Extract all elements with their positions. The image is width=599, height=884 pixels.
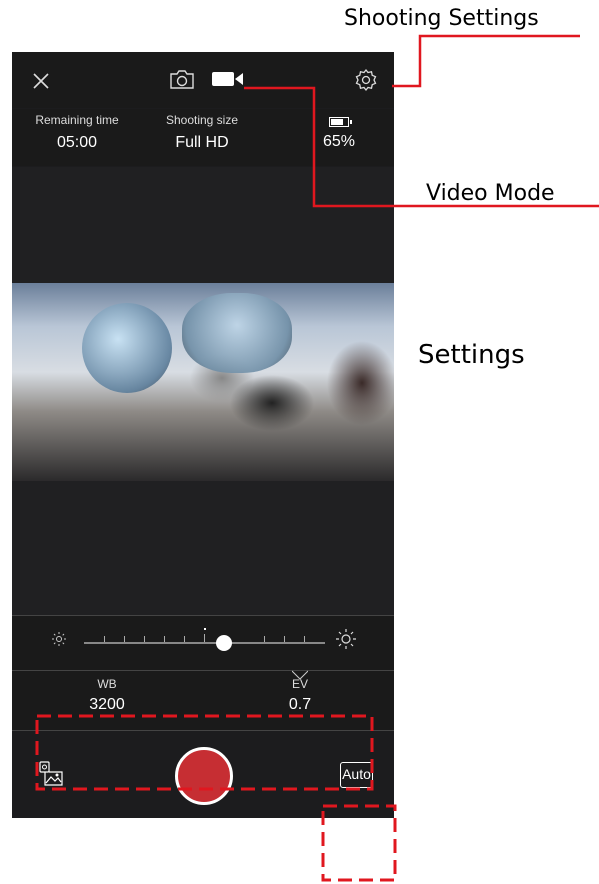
exposure-slider-row — [12, 615, 394, 670]
battery-icon — [329, 117, 352, 127]
live-preview[interactable] — [12, 167, 394, 709]
exposure-slider[interactable] — [84, 628, 325, 651]
shooting-size: Shooting size Full HD — [147, 109, 257, 152]
gear-icon[interactable] — [354, 68, 378, 92]
shooting-size-value: Full HD — [175, 134, 229, 151]
record-button[interactable] — [175, 747, 233, 805]
wb-label: WB — [97, 677, 117, 691]
shooting-settings-callout-line — [392, 34, 580, 88]
exposure-slider-knob[interactable] — [215, 635, 232, 651]
battery-value: 65% — [322, 133, 356, 150]
auto-mode-button[interactable]: Auto — [340, 762, 373, 788]
battery-status: 65% — [294, 109, 384, 151]
top-toolbar — [12, 52, 394, 108]
remaining-time-label: Remaining time — [35, 113, 119, 127]
remaining-time-value: 05:00 — [56, 134, 98, 151]
annotation-video-mode: Video Mode — [426, 181, 555, 206]
video-camera-icon[interactable] — [211, 70, 245, 88]
brightness-low-icon — [52, 632, 66, 646]
brightness-high-icon — [336, 629, 356, 649]
exposure-value-param[interactable]: EV 0.7 — [260, 677, 340, 714]
close-icon[interactable] — [32, 72, 50, 90]
white-balance-param[interactable]: WB 3200 — [67, 677, 147, 714]
shooting-size-label: Shooting size — [165, 113, 239, 127]
camera-icon[interactable] — [169, 68, 195, 90]
camera-app-screen: Remaining time 05:00 Shooting size Full … — [12, 52, 394, 818]
shooting-info-bar: Remaining time 05:00 Shooting size Full … — [12, 109, 394, 166]
ev-label: EV — [291, 677, 308, 691]
annotation-shooting-settings: Shooting Settings — [344, 6, 539, 31]
remaining-time: Remaining time 05:00 — [22, 109, 132, 152]
wb-value: 3200 — [89, 696, 125, 713]
gallery-icon[interactable] — [39, 761, 63, 787]
ev-value: 0.7 — [288, 696, 312, 713]
annotation-settings: Settings — [418, 340, 525, 370]
shooting-params: WB 3200 EV 0.7 — [12, 670, 394, 730]
capture-bar: Auto — [12, 730, 394, 818]
panorama-image — [12, 283, 394, 481]
